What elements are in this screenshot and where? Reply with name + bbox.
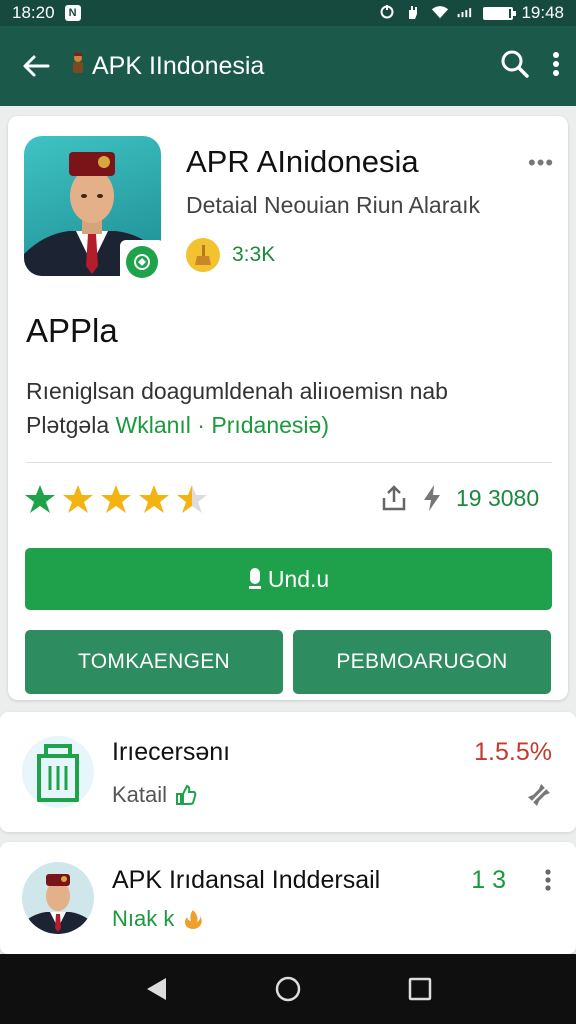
list-item-meta: 1 3 — [471, 866, 506, 894]
developer-name[interactable]: Detaial Neouian Riun Alaraık — [186, 192, 480, 219]
triangle-back-icon — [147, 978, 166, 1000]
wifi-icon — [431, 6, 449, 20]
list-item-action[interactable] — [526, 782, 552, 813]
list-item-action[interactable] — [544, 868, 552, 897]
divider — [26, 462, 552, 463]
star-icon — [63, 485, 93, 513]
battery-icon — [483, 6, 517, 20]
pin-off-icon — [528, 784, 550, 806]
nav-recents-button[interactable] — [400, 969, 440, 1009]
list-item-subtitle-text: Katail — [112, 782, 168, 807]
stat-value: 19 3080 — [456, 484, 540, 511]
status-bar: 18:20 N 19:48 — [0, 0, 576, 26]
signal-icon — [457, 6, 475, 20]
more-vertical-icon — [553, 51, 559, 76]
star-icon — [25, 485, 55, 513]
downloads-badge: 3:3K — [186, 238, 275, 272]
overflow-menu-button[interactable] — [552, 51, 560, 82]
broom-icon — [186, 238, 220, 272]
description-line-2-prefix: Plətgəla — [26, 412, 116, 438]
app-detail-card: APR AInidonesia ••• Detaial Neouian Riun… — [8, 116, 568, 700]
back-button[interactable] — [16, 46, 56, 86]
nav-back-button[interactable] — [136, 969, 176, 1009]
install-button[interactable]: Und.u — [25, 548, 552, 610]
notification-icon: N — [64, 5, 81, 21]
download-icon — [248, 568, 261, 589]
system-nav-bar — [0, 954, 576, 1024]
list-item[interactable]: Irıecersənı Katail 1.5.5% — [0, 712, 576, 832]
app-bar: APK IIndonesia — [0, 26, 576, 106]
more-vertical-icon — [545, 869, 551, 891]
app-description: Rıeniglsan doagumldenah aliıoemisn nab P… — [26, 374, 556, 442]
list-item[interactable]: APK Irıdansal Inddersail Nıak k 1 3 — [0, 842, 576, 954]
install-button-label: Und.u — [267, 565, 330, 592]
status-time-left: 18:20 — [12, 3, 55, 22]
figure-emoji-icon — [70, 53, 86, 79]
verified-badge — [120, 240, 164, 284]
list-item-avatar — [22, 862, 94, 934]
app-bar-title-text: APK IIndonesia — [92, 51, 265, 80]
nav-home-button[interactable] — [268, 969, 308, 1009]
description-line-2: Plətgəla Wklanıl · Prıdanesiə) — [26, 408, 556, 442]
flame-icon — [185, 910, 203, 929]
star-icon — [101, 485, 131, 513]
list-item-thumb — [22, 736, 94, 808]
description-line-1: Rıeniglsan doagumldenah aliıoemisn nab — [26, 378, 448, 404]
search-button[interactable] — [500, 49, 530, 84]
list-item-meta: 1.5.5% — [474, 738, 552, 766]
stats-row: 19 3080 — [380, 484, 539, 512]
list-item-title: Irıecersənı — [112, 738, 231, 766]
list-item-subtitle: Katail — [112, 782, 197, 808]
section-title: APPla — [26, 312, 118, 349]
arrow-left-icon — [23, 55, 50, 77]
list-item-subtitle: Nıak k — [112, 906, 204, 932]
app-bar-title: APK IIndonesia — [70, 52, 264, 81]
star-icon — [139, 485, 169, 513]
list-item-subtitle-text: Nıak k — [112, 906, 175, 931]
lightning-icon — [424, 485, 440, 511]
leaf-badge-icon — [134, 254, 150, 270]
card-overflow-icon[interactable]: ••• — [528, 150, 554, 176]
hand-icon — [405, 6, 423, 20]
app-name: APR AInidonesia — [186, 144, 419, 179]
share-upload-icon — [382, 485, 406, 511]
circle-home-icon — [275, 976, 301, 1002]
status-time-right: 19:48 — [521, 3, 564, 22]
description-link[interactable]: Wklanıl · Prıdanesiə) — [116, 412, 329, 438]
star-icon — [177, 485, 207, 513]
square-recents-icon — [408, 977, 432, 1001]
secondary-button-left[interactable]: TOMKAENGEN — [25, 630, 283, 694]
list-item-title: APK Irıdansal Inddersail — [112, 866, 381, 894]
building-icon — [37, 744, 79, 802]
search-icon — [501, 50, 529, 78]
rating-stars — [24, 484, 208, 514]
thumbs-up-icon — [176, 784, 197, 805]
secondary-button-right[interactable]: PEBMOARUGON — [293, 630, 551, 694]
sync-icon — [379, 5, 397, 20]
downloads-count: 3:3K — [232, 243, 276, 266]
